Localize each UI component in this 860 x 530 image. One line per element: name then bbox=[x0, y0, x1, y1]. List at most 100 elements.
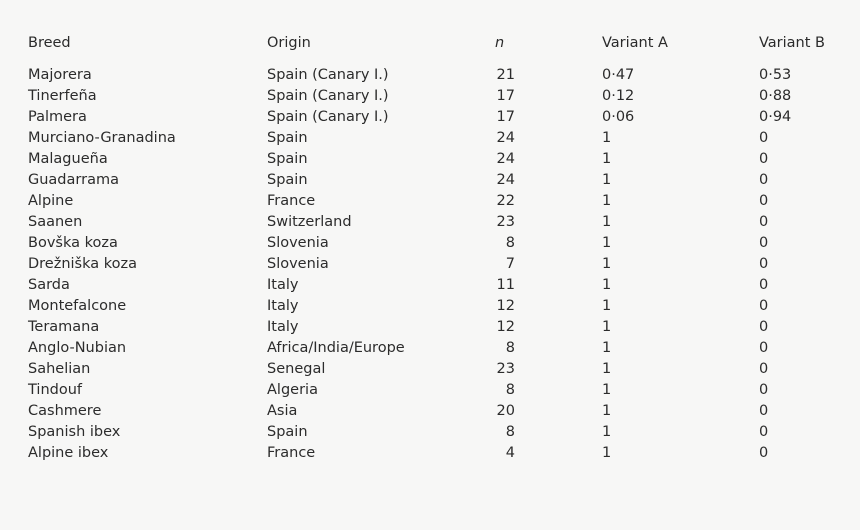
table-row: Sahelian Senegal 23 1 0 bbox=[28, 362, 836, 383]
cell-n: 24 bbox=[495, 131, 602, 152]
cell-breed: Cashmere bbox=[28, 403, 102, 419]
cell-variant-b: 0 bbox=[759, 382, 769, 398]
cell-variant-b: 0 bbox=[759, 298, 769, 314]
cell-origin: Spain (Canary I.) bbox=[267, 88, 389, 104]
cell-origin: Spain (Canary I.) bbox=[267, 67, 389, 83]
cell-n-value: 8 bbox=[505, 382, 515, 398]
cell-n: 8 bbox=[495, 236, 602, 257]
table-row: Alpine France 22 1 0 bbox=[28, 194, 836, 215]
cell-n-value: 4 bbox=[505, 445, 515, 461]
table-row: Majorera Spain (Canary I.) 21 0·47 0·53 bbox=[28, 68, 836, 89]
table-row: Saanen Switzerland 23 1 0 bbox=[28, 215, 836, 236]
cell-breed: Anglo-Nubian bbox=[28, 340, 127, 356]
cell-variant-a: 1 bbox=[602, 445, 612, 461]
cell-variant-a: 1 bbox=[602, 130, 612, 146]
cell-origin: Switzerland bbox=[267, 214, 352, 230]
column-header-variant-b: Variant B bbox=[759, 35, 825, 51]
table-row: Montefalcone Italy 12 1 0 bbox=[28, 299, 836, 320]
cell-n: 24 bbox=[495, 173, 602, 194]
cell-variant-b: 0 bbox=[759, 235, 769, 251]
cell-origin: Africa/India/Europe bbox=[267, 340, 405, 356]
cell-variant-a: 1 bbox=[602, 172, 612, 188]
table-row: Murciano-Granadina Spain 24 1 0 bbox=[28, 131, 836, 152]
cell-variant-a: 1 bbox=[602, 382, 612, 398]
cell-variant-b: 0 bbox=[759, 319, 769, 335]
cell-breed: Sahelian bbox=[28, 361, 91, 377]
cell-variant-b: 0 bbox=[759, 256, 769, 272]
cell-breed: Alpine bbox=[28, 193, 74, 209]
breed-variant-table: Breed Origin n Variant A Variant B Major… bbox=[28, 36, 836, 467]
cell-n-value: 17 bbox=[496, 88, 515, 104]
cell-n: 12 bbox=[495, 299, 602, 320]
cell-variant-b: 0 bbox=[759, 151, 769, 167]
cell-variant-b: 0·53 bbox=[759, 67, 792, 83]
cell-n: 23 bbox=[495, 362, 602, 383]
table-row: Malagueña Spain 24 1 0 bbox=[28, 152, 836, 173]
cell-n-value: 23 bbox=[496, 214, 515, 230]
cell-variant-a: 1 bbox=[602, 424, 612, 440]
cell-variant-b: 0 bbox=[759, 214, 769, 230]
cell-variant-a: 0·06 bbox=[602, 109, 635, 125]
cell-breed: Saanen bbox=[28, 214, 83, 230]
cell-variant-a: 1 bbox=[602, 340, 612, 356]
cell-n-value: 24 bbox=[496, 151, 515, 167]
cell-variant-a: 1 bbox=[602, 298, 612, 314]
table-body: Majorera Spain (Canary I.) 21 0·47 0·53 Tiner… bbox=[28, 68, 836, 467]
cell-origin: Asia bbox=[267, 403, 298, 419]
cell-origin: Senegal bbox=[267, 361, 326, 377]
cell-n: 8 bbox=[495, 341, 602, 362]
cell-breed: Majorera bbox=[28, 67, 92, 83]
cell-variant-a: 1 bbox=[602, 151, 612, 167]
cell-n-value: 24 bbox=[496, 130, 515, 146]
cell-variant-b: 0·94 bbox=[759, 109, 792, 125]
cell-variant-b: 0 bbox=[759, 361, 769, 377]
cell-n-value: 23 bbox=[496, 361, 515, 377]
table-row: Sarda Italy 11 1 0 bbox=[28, 278, 836, 299]
cell-n: 8 bbox=[495, 383, 602, 404]
cell-variant-b: 0 bbox=[759, 277, 769, 293]
cell-n-value: 12 bbox=[496, 319, 515, 335]
cell-n: 7 bbox=[495, 257, 602, 278]
cell-n-value: 22 bbox=[496, 193, 515, 209]
cell-variant-b: 0 bbox=[759, 130, 769, 146]
cell-n-value: 17 bbox=[496, 109, 515, 125]
table-row: Teramana Italy 12 1 0 bbox=[28, 320, 836, 341]
cell-n: 24 bbox=[495, 152, 602, 173]
cell-n-value: 20 bbox=[496, 403, 515, 419]
cell-n: 23 bbox=[495, 215, 602, 236]
cell-n: 8 bbox=[495, 425, 602, 446]
table-header: Breed Origin n Variant A Variant B bbox=[28, 36, 836, 68]
cell-variant-a: 1 bbox=[602, 214, 612, 230]
cell-variant-a: 0·12 bbox=[602, 88, 635, 104]
cell-breed: Drežniška koza bbox=[28, 256, 137, 272]
table-row: Tindouf Algeria 8 1 0 bbox=[28, 383, 836, 404]
table-row: Anglo-Nubian Africa/India/Europe 8 1 0 bbox=[28, 341, 836, 362]
cell-breed: Palmera bbox=[28, 109, 87, 125]
cell-n-value: 8 bbox=[505, 235, 515, 251]
cell-n-value: 8 bbox=[505, 340, 515, 356]
cell-origin: France bbox=[267, 445, 316, 461]
cell-breed: Montefalcone bbox=[28, 298, 127, 314]
cell-breed: Bovška koza bbox=[28, 235, 118, 251]
cell-origin: Italy bbox=[267, 319, 299, 335]
table-row: Alpine ibex France 4 1 0 bbox=[28, 446, 836, 467]
table-row: Cashmere Asia 20 1 0 bbox=[28, 404, 836, 425]
cell-variant-a: 1 bbox=[602, 256, 612, 272]
cell-n: 22 bbox=[495, 194, 602, 215]
cell-n: 21 bbox=[495, 68, 602, 89]
cell-n-value: 11 bbox=[496, 277, 515, 293]
cell-n: 4 bbox=[495, 446, 602, 467]
cell-breed: Guadarrama bbox=[28, 172, 119, 188]
cell-origin: Slovenia bbox=[267, 256, 329, 272]
cell-n-value: 12 bbox=[496, 298, 515, 314]
cell-breed: Sarda bbox=[28, 277, 70, 293]
cell-n-value: 21 bbox=[496, 67, 515, 83]
cell-breed: Murciano-Granadina bbox=[28, 130, 176, 146]
cell-breed: Teramana bbox=[28, 319, 100, 335]
cell-variant-b: 0 bbox=[759, 193, 769, 209]
cell-origin: Spain bbox=[267, 130, 308, 146]
column-header-n: n bbox=[495, 36, 602, 68]
column-header-origin: Origin bbox=[267, 35, 311, 51]
cell-breed: Tindouf bbox=[28, 382, 82, 398]
table-row: Tinerfeña Spain (Canary I.) 17 0·12 0·88 bbox=[28, 89, 836, 110]
